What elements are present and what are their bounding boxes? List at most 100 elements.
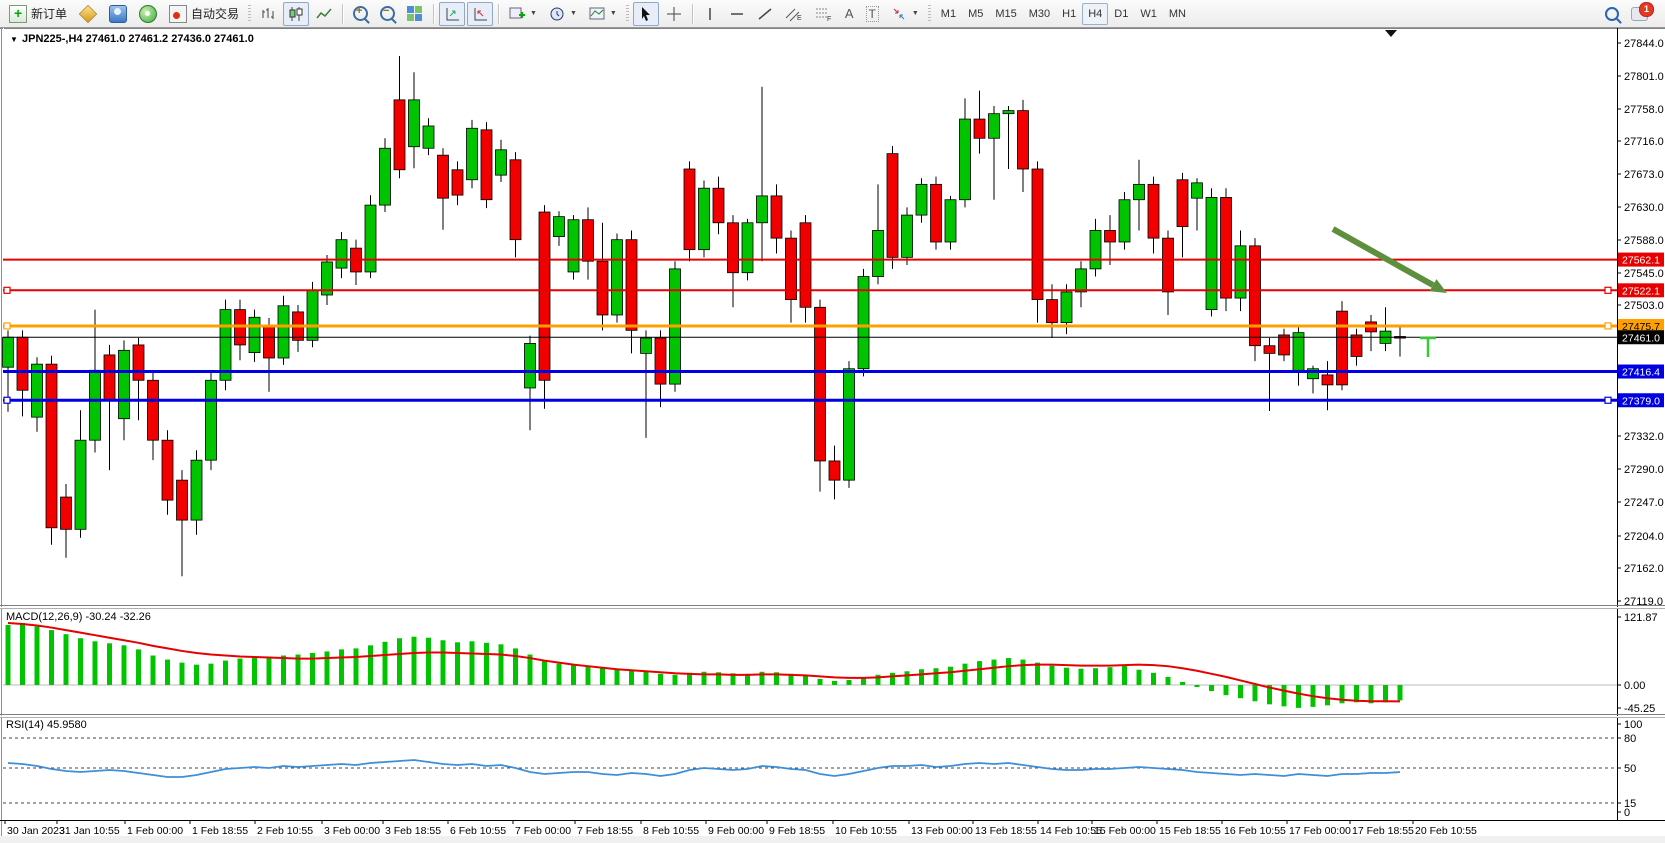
community-button[interactable] — [104, 2, 132, 26]
svg-text:27545.0: 27545.0 — [1624, 268, 1664, 280]
svg-text:14 Feb 10:55: 14 Feb 10:55 — [1040, 825, 1102, 837]
line-handle[interactable] — [4, 323, 10, 329]
timeframe-m30[interactable]: M30 — [1023, 3, 1056, 25]
svg-text:9 Feb 00:00: 9 Feb 00:00 — [708, 825, 764, 837]
notifications-button[interactable]: 1 — [1626, 2, 1653, 26]
svg-text:F: F — [827, 16, 831, 22]
timeframe-h1[interactable]: H1 — [1056, 3, 1082, 25]
trading-terminal-window: 新订单 自动交易 + − ▼ — [0, 0, 1665, 843]
zoom-in-icon: + — [353, 6, 368, 21]
text-button[interactable]: A — [840, 2, 859, 26]
zoom-in-button[interactable]: + — [348, 2, 373, 26]
chat-icon: 1 — [1631, 7, 1648, 21]
line-handle[interactable] — [4, 287, 10, 293]
svg-text:27461.0: 27461.0 — [1622, 332, 1660, 344]
bar-chart-button[interactable] — [255, 2, 281, 26]
autotrade-label: 自动交易 — [191, 5, 239, 22]
svg-text:50: 50 — [1624, 763, 1636, 775]
tile-windows-icon — [407, 6, 423, 22]
svg-text:0.00: 0.00 — [1624, 680, 1645, 692]
autotrade-button[interactable]: 自动交易 — [164, 2, 244, 26]
svg-text:20 Feb 10:55: 20 Feb 10:55 — [1415, 825, 1477, 837]
search-icon — [1605, 7, 1619, 21]
svg-text:0: 0 — [1624, 807, 1630, 819]
svg-text:27204.0: 27204.0 — [1624, 531, 1664, 543]
trendline-button[interactable] — [752, 2, 778, 26]
svg-text:27562.1: 27562.1 — [1622, 255, 1660, 267]
label-icon: T — [866, 6, 879, 22]
community-icon — [109, 5, 127, 23]
arrows-button[interactable]: ▼ — [886, 2, 924, 26]
macd-label: MACD(12,26,9) -30.24 -32.26 — [6, 611, 151, 623]
gold-diamond-button[interactable] — [74, 2, 102, 26]
svg-text:8 Feb 10:55: 8 Feb 10:55 — [643, 825, 699, 837]
chart-title: ▼JPN225-,H4 27461.0 27461.2 27436.0 2746… — [10, 33, 254, 45]
timeframe-w1[interactable]: W1 — [1134, 3, 1163, 25]
svg-text:27332.0: 27332.0 — [1624, 431, 1664, 443]
toolbar-separator — [342, 4, 343, 24]
line-handle[interactable] — [1605, 287, 1611, 293]
svg-text:27588.0: 27588.0 — [1624, 235, 1664, 247]
timeframe-m1[interactable]: M1 — [935, 3, 962, 25]
fibonacci-icon: F — [815, 6, 833, 22]
svg-text:80: 80 — [1624, 733, 1636, 745]
svg-text:15 Feb 18:55: 15 Feb 18:55 — [1159, 825, 1221, 837]
new-chart-button[interactable]: ▼ — [504, 2, 542, 26]
timeframe-bar: M1M5M15M30H1H4D1W1MN — [935, 3, 1192, 25]
period-clock-button[interactable]: ▼ — [544, 2, 582, 26]
toolbar-grip — [248, 5, 251, 23]
svg-text:27247.0: 27247.0 — [1624, 497, 1664, 509]
svg-text:JPN225-,H4 27461.0 27461.2 27: JPN225-,H4 27461.0 27461.2 27436.0 27461… — [22, 33, 254, 45]
svg-text:13 Feb 00:00: 13 Feb 00:00 — [911, 825, 973, 837]
svg-text:27119.0: 27119.0 — [1624, 596, 1663, 608]
bar-chart-icon — [260, 6, 276, 22]
vertical-line-icon — [703, 6, 717, 22]
svg-text:2 Feb 10:55: 2 Feb 10:55 — [257, 825, 313, 837]
line-handle[interactable] — [1605, 397, 1611, 403]
zoom-out-button[interactable]: − — [375, 2, 400, 26]
line-chart-button[interactable] — [311, 2, 337, 26]
timeframe-m5[interactable]: M5 — [962, 3, 989, 25]
svg-text:1 Feb 00:00: 1 Feb 00:00 — [127, 825, 183, 837]
horizontal-line-button[interactable] — [724, 2, 750, 26]
svg-text:27416.4: 27416.4 — [1622, 367, 1660, 379]
cursor-icon — [638, 6, 654, 22]
line-handle[interactable] — [4, 397, 10, 403]
search-button[interactable] — [1600, 2, 1624, 26]
arrange-down-icon — [472, 6, 488, 22]
crosshair-button[interactable] — [661, 2, 687, 26]
tile-windows-button[interactable] — [402, 2, 428, 26]
svg-text:9 Feb 18:55: 9 Feb 18:55 — [769, 825, 825, 837]
timeframe-mn[interactable]: MN — [1163, 3, 1192, 25]
timeframe-m15[interactable]: M15 — [989, 3, 1022, 25]
timeframe-h4[interactable]: H4 — [1082, 3, 1108, 25]
indicators-button[interactable]: ▼ — [584, 2, 622, 26]
indicators-icon — [589, 6, 605, 22]
svg-text:17 Feb 00:00: 17 Feb 00:00 — [1289, 825, 1351, 837]
svg-text:27758.0: 27758.0 — [1624, 104, 1664, 116]
svg-text:17 Feb 18:55: 17 Feb 18:55 — [1352, 825, 1414, 837]
svg-text:15 Feb 00:00: 15 Feb 00:00 — [1094, 825, 1156, 837]
arrange-up-button[interactable] — [439, 2, 465, 26]
toolbar-grip — [928, 5, 931, 23]
svg-text:E: E — [797, 15, 802, 22]
horizontal-line-icon — [729, 6, 745, 22]
zoom-out-icon: − — [380, 6, 395, 21]
new-order-button[interactable]: 新订单 — [4, 2, 72, 26]
label-button[interactable]: T — [861, 2, 884, 26]
price-chart[interactable]: 27844.027801.027758.027716.027673.027630… — [0, 28, 1665, 843]
candle-chart-button[interactable] — [283, 2, 309, 26]
cursor-button[interactable] — [633, 2, 659, 26]
svg-text:16 Feb 10:55: 16 Feb 10:55 — [1224, 825, 1286, 837]
vertical-line-button[interactable] — [698, 2, 722, 26]
svg-text:1 Feb 18:55: 1 Feb 18:55 — [192, 825, 248, 837]
arrange-down-button[interactable] — [467, 2, 493, 26]
fibonacci-button[interactable]: F — [810, 2, 838, 26]
svg-text:27162.0: 27162.0 — [1624, 563, 1664, 575]
signals-button[interactable] — [134, 2, 162, 26]
candle-chart-icon — [288, 6, 304, 22]
timeframe-d1[interactable]: D1 — [1108, 3, 1134, 25]
channel-button[interactable]: E — [780, 2, 808, 26]
svg-text:10 Feb 10:55: 10 Feb 10:55 — [835, 825, 897, 837]
line-handle[interactable] — [1605, 323, 1611, 329]
